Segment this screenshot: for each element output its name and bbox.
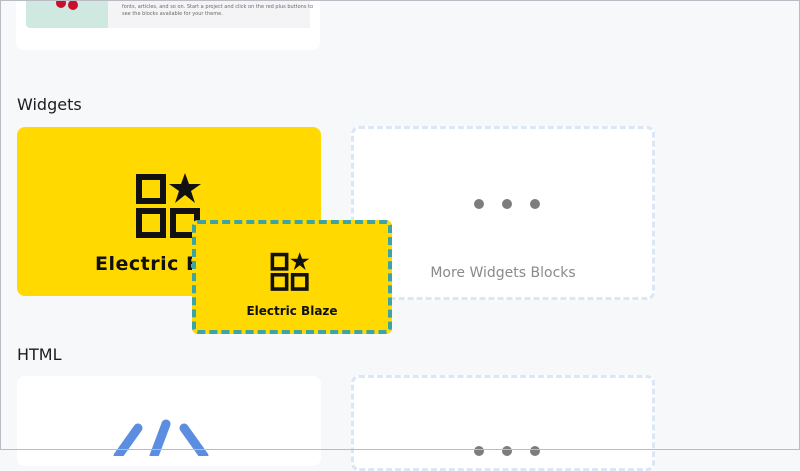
blocks-star-icon [270, 252, 310, 291]
template-card[interactable]: fonts, articles, and so on. Start a proj… [16, 0, 320, 50]
cherry-image [68, 0, 78, 10]
more-widgets-blocks-placeholder[interactable]: More Widgets Blocks [351, 126, 655, 300]
section-title-widgets: Widgets [17, 95, 82, 114]
template-description-box: fonts, articles, and so on. Start a proj… [108, 0, 313, 28]
template-thumbnail [26, 0, 108, 28]
more-widgets-blocks-label: More Widgets Blocks [430, 265, 576, 281]
section-title-html: HTML [17, 345, 62, 364]
more-dots-icon [474, 199, 540, 209]
template-description: fonts, articles, and so on. Start a proj… [122, 4, 314, 17]
dragged-block-label: Electric Blaze [246, 304, 338, 318]
more-dots-icon [474, 446, 540, 456]
dragged-block-electric-blaze[interactable]: Electric Blaze [192, 220, 392, 334]
code-icon [113, 419, 209, 456]
more-html-blocks-placeholder[interactable] [351, 375, 655, 471]
cherry-image [56, 0, 66, 8]
